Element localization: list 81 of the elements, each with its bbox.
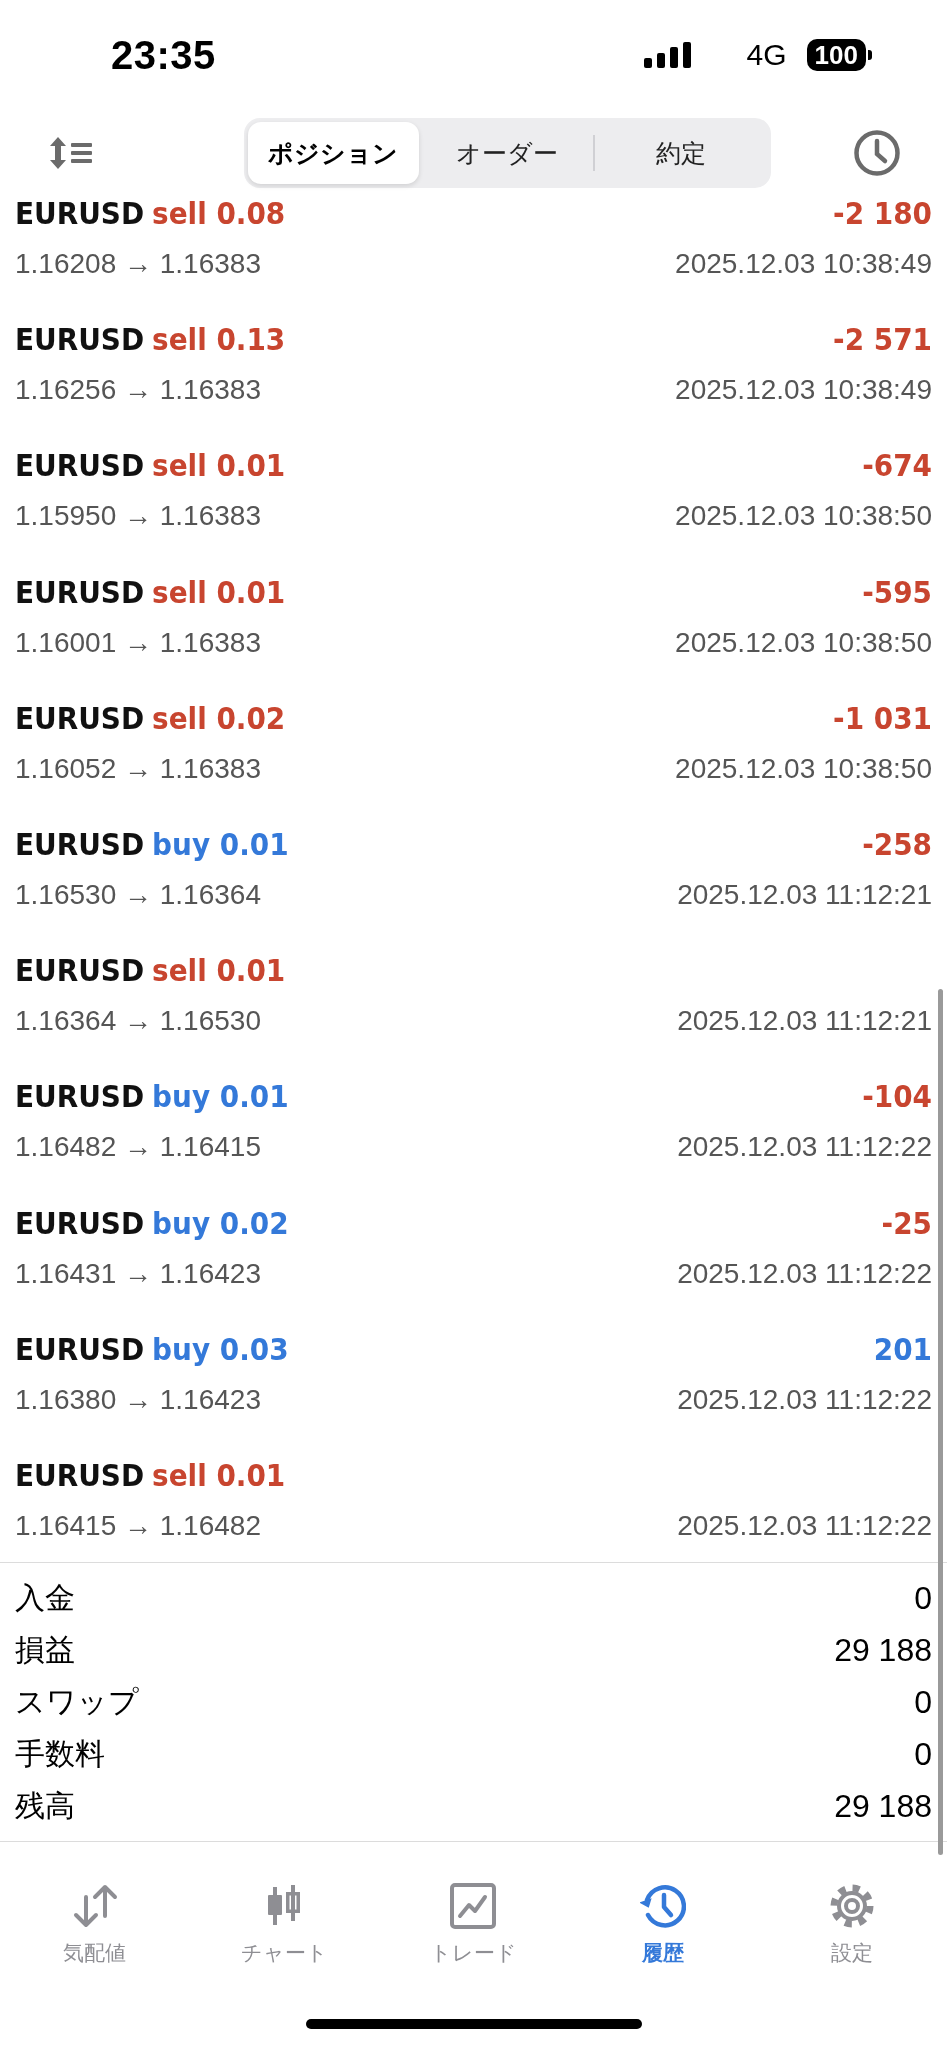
order-label: buy 0.02 [152,1204,289,1241]
network-label: 4G [746,38,787,72]
price-range: 1.16530 → 1.16364 [15,878,261,911]
price-range: 1.16364 → 1.16530 [15,1005,261,1038]
history-icon [639,1883,686,1929]
profit-value: -674 [862,447,932,484]
segment-tab[interactable]: ポジション [247,122,420,184]
summary-value: 0 [914,1735,932,1773]
symbol-label: EURUSD [15,195,145,231]
battery-indicator: 100 [806,39,872,71]
order-label: sell 0.01 [152,1456,286,1493]
tab-bar-button[interactable]: トレード [430,1883,517,1967]
deal-time: 2025.12.03 10:38:50 [675,500,932,533]
tab-bar-button[interactable]: 気配値 [63,1883,127,1967]
order-label: sell 0.13 [152,321,286,358]
price-range: 1.16415 → 1.16482 [15,1509,261,1542]
gear-icon [829,1883,876,1929]
symbol-label: EURUSD [15,573,145,610]
order-label: buy 0.03 [152,1330,289,1367]
profit-value: -2 571 [833,321,932,358]
order-label: sell 0.08 [152,195,286,231]
summary-label: 手数料 [15,1735,105,1772]
segment-tab[interactable]: 約定 [594,122,767,184]
clock-time: 23:35 [111,32,216,78]
order-label: buy 0.01 [152,825,289,862]
price-range: 1.16001 → 1.16383 [15,626,261,659]
profit-value: -25 [881,1204,932,1241]
summary-label: 損益 [15,1631,75,1668]
profit-value: -258 [862,825,932,862]
signal-icon [643,42,691,68]
deal-time: 2025.12.03 10:38:49 [675,374,932,407]
tab-bar-button[interactable]: 設定 [829,1883,876,1967]
deal-time: 2025.12.03 10:38:50 [675,752,932,785]
up-down-arrows-icon [71,1883,118,1929]
tab-bar-button[interactable]: 履歴 [639,1883,686,1967]
symbol-label: EURUSD [15,447,145,484]
tab-bar-button[interactable]: チャート [240,1883,328,1967]
summary-label: スワップ [15,1683,139,1720]
symbol-label: EURUSD [15,699,145,736]
deal-time: 2025.12.03 10:38:50 [675,626,932,659]
deal-time: 2025.12.03 11:12:22 [677,1509,932,1542]
deal-time: 2025.12.03 11:12:22 [677,1383,932,1416]
order-label: sell 0.01 [152,952,286,989]
deal-time: 2025.12.03 11:12:22 [677,1257,932,1290]
line-chart-icon [450,1883,497,1929]
profit-value: -2 180 [833,195,932,231]
symbol-label: EURUSD [15,825,145,862]
summary-value: 0 [914,1683,932,1721]
price-range: 1.16482 → 1.16415 [15,1131,261,1164]
summary-value: 29 188 [834,1631,932,1669]
order-label: sell 0.02 [152,699,286,736]
segment-tab[interactable]: オーダー [421,122,593,184]
order-label: sell 0.01 [152,573,286,610]
profit-value: -595 [862,573,932,610]
profit-value: -104 [862,1078,932,1115]
price-range: 1.16431 → 1.16423 [15,1257,261,1290]
summary-value: 29 188 [834,1787,932,1825]
order-label: sell 0.01 [152,447,286,484]
symbol-label: EURUSD [15,321,145,358]
summary-value: 0 [914,1579,932,1617]
symbol-label: EURUSD [15,1204,145,1241]
summary-label: 残高 [15,1787,75,1824]
clock-icon[interactable] [854,130,900,176]
order-label: buy 0.01 [152,1078,289,1115]
symbol-label: EURUSD [15,1456,145,1493]
symbol-label: EURUSD [15,952,145,989]
price-range: 1.15950 → 1.16383 [15,500,261,533]
summary-label: 入金 [15,1579,75,1616]
deal-time: 2025.12.03 11:12:21 [677,878,932,911]
price-range: 1.16256 → 1.16383 [15,374,261,407]
deal-time: 2025.12.03 11:12:22 [677,1131,932,1164]
price-range: 1.16208 → 1.16383 [15,248,261,280]
deal-time: 2025.12.03 11:12:21 [677,1005,932,1038]
deal-time: 2025.12.03 10:38:49 [675,248,932,280]
sort-icon[interactable] [50,137,92,169]
price-range: 1.16052 → 1.16383 [15,752,261,785]
profit-value: -1 031 [833,699,932,736]
profit-value: 201 [873,1330,932,1367]
symbol-label: EURUSD [15,1078,145,1115]
symbol-label: EURUSD [15,1330,145,1367]
price-range: 1.16380 → 1.16423 [15,1383,261,1416]
